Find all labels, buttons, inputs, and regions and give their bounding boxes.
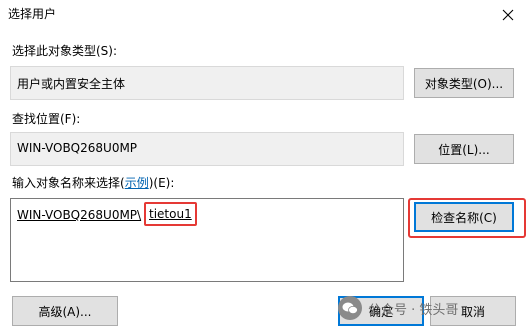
check-names-button[interactable]: 检查名称(C): [414, 202, 514, 232]
examples-link[interactable]: 示例: [125, 176, 149, 190]
names-label: 输入对象名称来选择(示例)(E):: [12, 174, 174, 191]
object-type-label: 选择此对象类型(S):: [12, 44, 118, 58]
object-type-value: 用户或内置安全主体: [17, 77, 126, 91]
object-type-field: 用户或内置安全主体: [10, 66, 404, 100]
names-label-prefix: 输入对象名称来选择(: [12, 176, 125, 190]
title-bar: 选择用户: [0, 0, 528, 30]
advanced-button[interactable]: 高级(A)...: [12, 296, 118, 326]
location-value: WIN-VOBQ268U0MP: [17, 141, 138, 155]
object-names-input[interactable]: WIN-VOBQ268U0MP\ tietou1: [10, 198, 404, 282]
watermark: 公众号 · 铁头哥: [338, 296, 458, 320]
location-label: 查找位置(F):: [12, 112, 81, 126]
window-title: 选择用户: [8, 7, 57, 21]
location-field: WIN-VOBQ268U0MP: [10, 132, 404, 166]
names-label-suffix: )(E):: [148, 176, 175, 190]
username-value: tietou1: [144, 202, 197, 226]
watermark-text: 公众号 · 铁头哥: [368, 302, 459, 318]
host-prefix: WIN-VOBQ268U0MP\: [17, 208, 142, 222]
close-button[interactable]: [488, 0, 528, 30]
close-icon: [502, 9, 514, 21]
locations-button[interactable]: 位置(L)...: [414, 134, 514, 164]
object-types-button[interactable]: 对象类型(O)...: [414, 68, 514, 98]
watermark-logo-icon: [338, 296, 362, 320]
